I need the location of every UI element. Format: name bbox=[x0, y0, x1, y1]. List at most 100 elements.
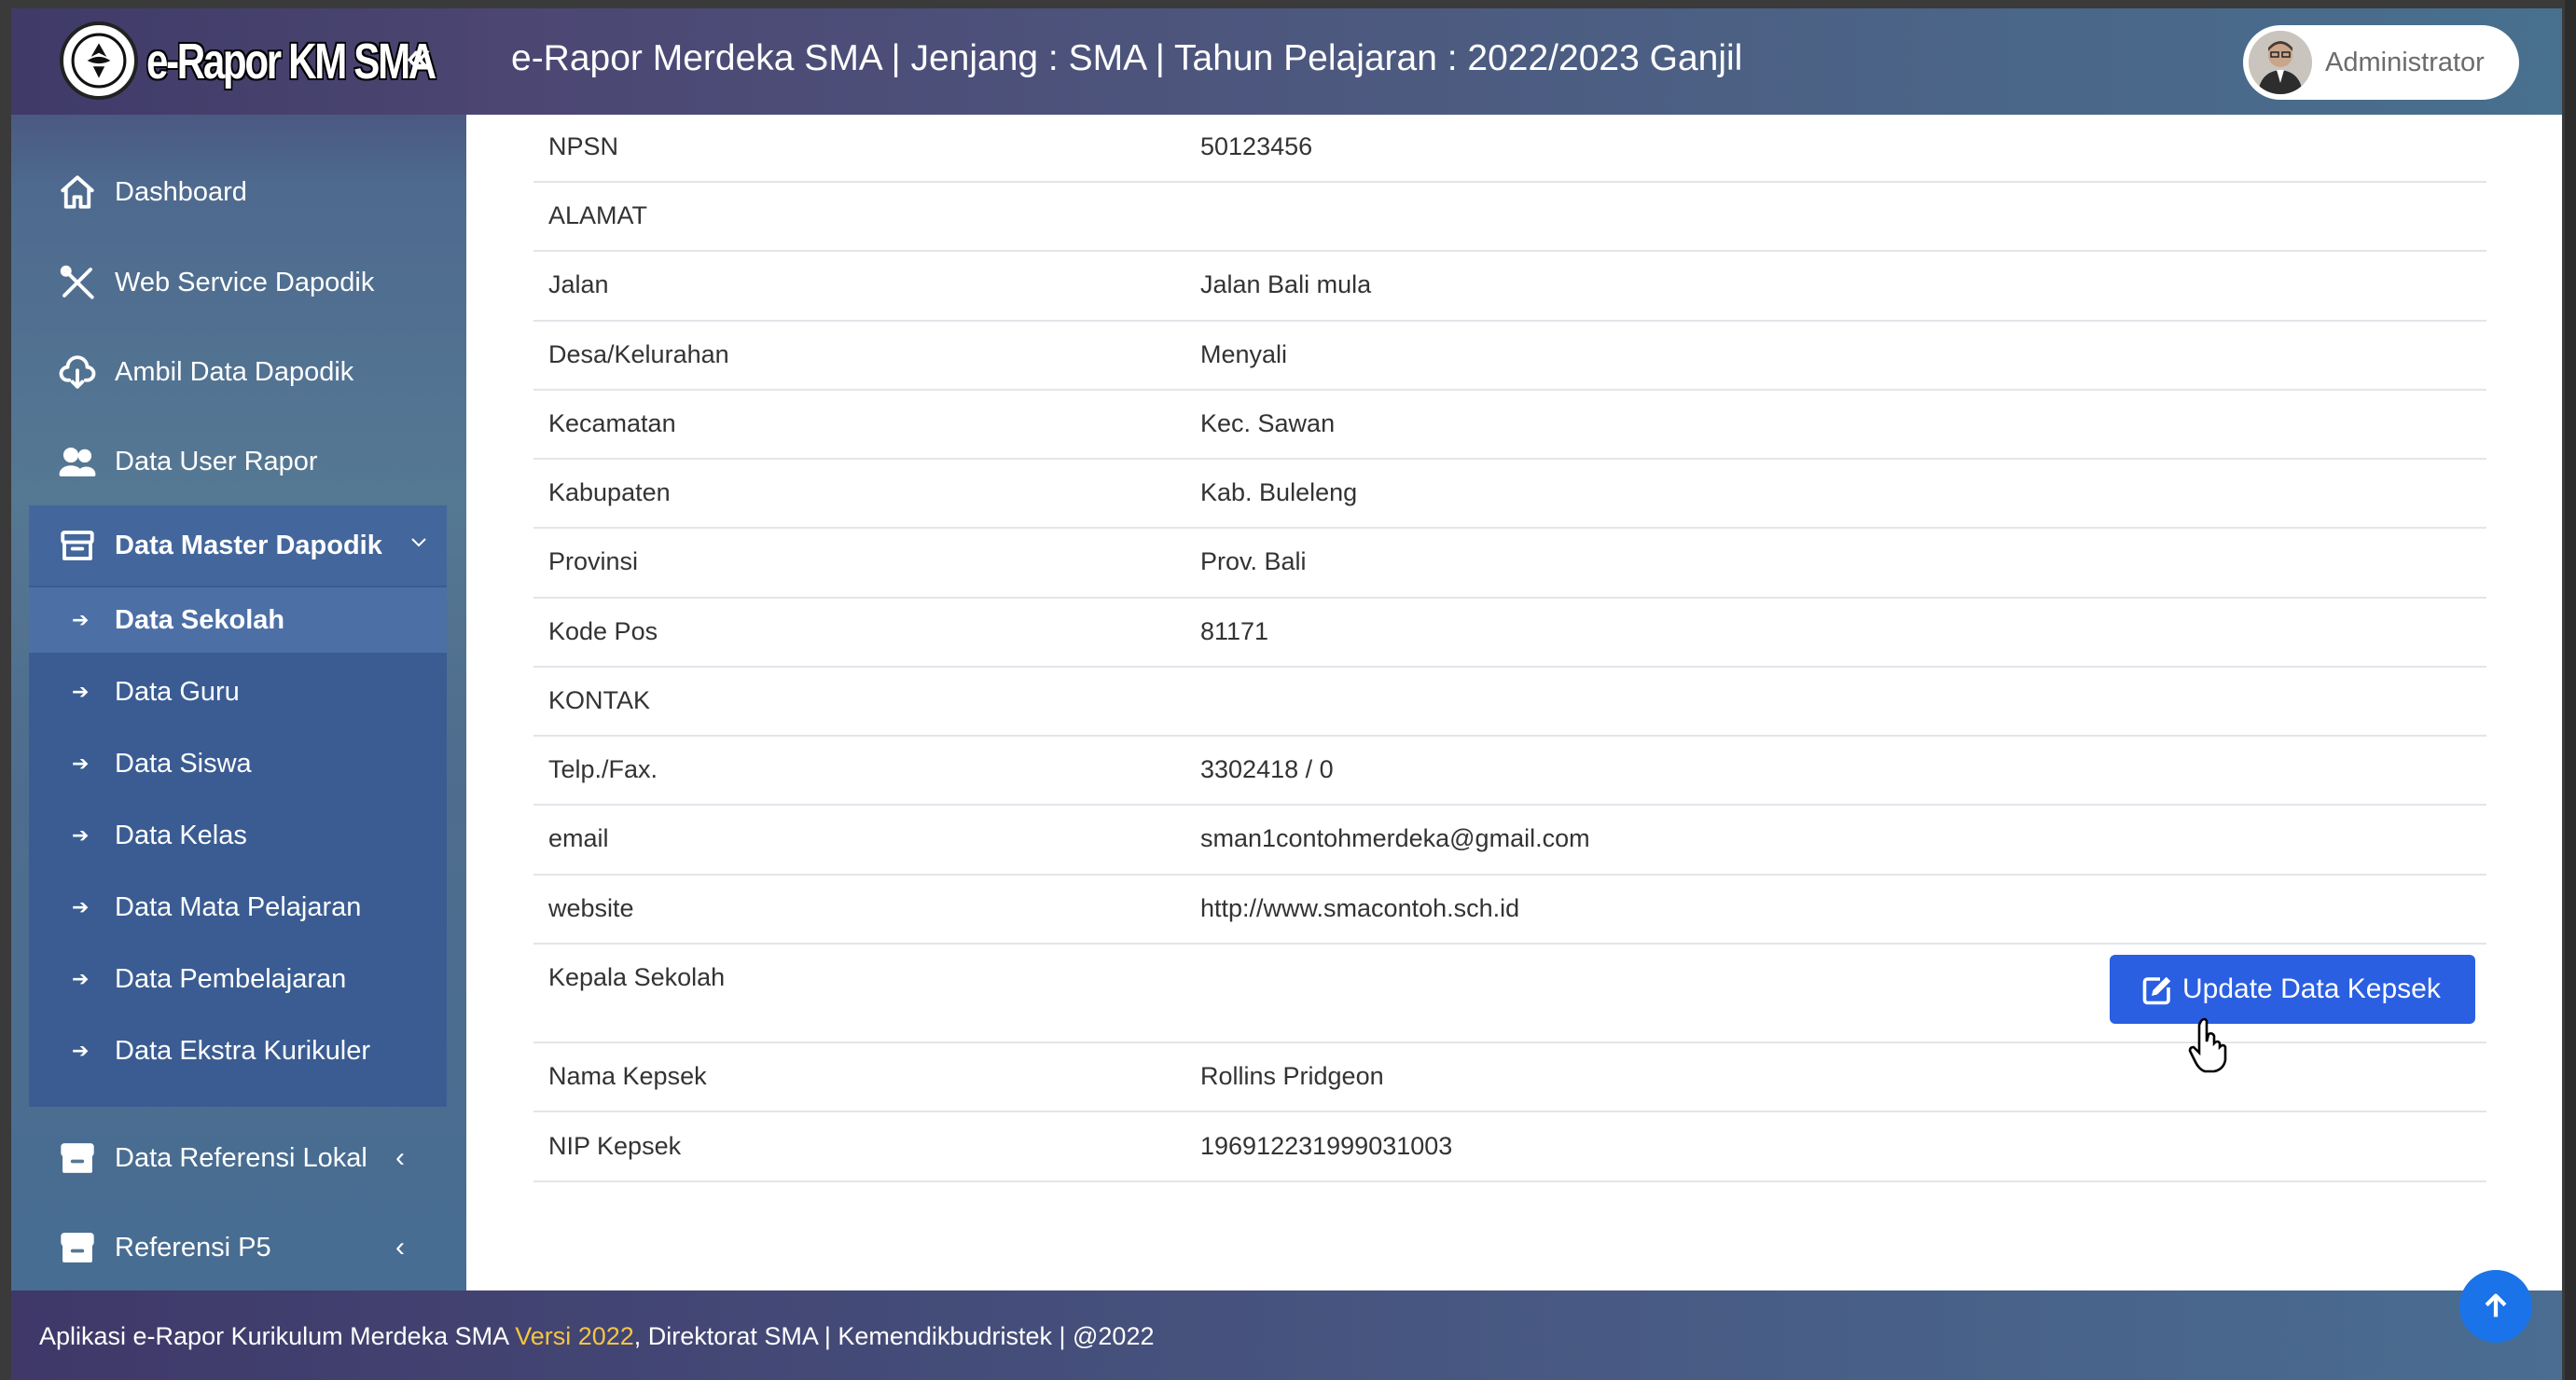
double-chevron-left-icon[interactable]: « bbox=[395, 35, 442, 83]
row-value: Kab. Buleleng bbox=[1200, 478, 1358, 506]
row-key: Kecamatan bbox=[548, 409, 676, 437]
arrow-right-icon: ➔ bbox=[72, 752, 90, 775]
sidebar-item-label: Ambil Data Dapodik bbox=[115, 356, 354, 387]
footer: Aplikasi e-Rapor Kurikulum Merdeka SMA V… bbox=[11, 1290, 2562, 1380]
chevron-left-icon: ‹ bbox=[395, 1232, 405, 1263]
table-row: Jalan Jalan Bali mula bbox=[533, 252, 2486, 322]
row-key: Jalan bbox=[548, 270, 609, 298]
sidebar-subitem-label: Data Mata Pelajaran bbox=[115, 891, 362, 922]
row-value: 50123456 bbox=[1200, 132, 1313, 160]
sidebar-item-referensi-p5[interactable]: Referensi P5 ‹ bbox=[11, 1203, 466, 1292]
table-row: Telp./Fax. 3302418 / 0 bbox=[533, 737, 2486, 806]
sidebar-item-label: Data Master Dapodik bbox=[115, 530, 382, 560]
scroll-to-top-button[interactable] bbox=[2459, 1270, 2532, 1343]
row-key: Kode Pos bbox=[548, 617, 658, 645]
sidebar-subitem-label: Data Pembelajaran bbox=[115, 963, 347, 994]
table-row: email sman1contohmerdeka@gmail.com bbox=[533, 806, 2486, 876]
row-key: email bbox=[548, 824, 609, 852]
arrow-up-icon bbox=[2485, 1293, 2507, 1318]
table-row: website http://www.smacontoh.sch.id bbox=[533, 876, 2486, 945]
sidebar-item-label: Dashboard bbox=[115, 176, 247, 207]
update-data-kepsek-button[interactable]: Update Data Kepsek bbox=[2110, 955, 2475, 1024]
sidebar-item-data-referensi-lokal[interactable]: Data Referensi Lokal ‹ bbox=[11, 1113, 466, 1203]
row-value: Kec. Sawan bbox=[1200, 409, 1336, 437]
sidebar-item-data-master-dapodik[interactable]: Data Master Dapodik bbox=[29, 505, 447, 586]
sidebar-subitem-data-mata-pelajaran[interactable]: ➔ Data Mata Pelajaran bbox=[29, 875, 447, 940]
user-menu[interactable]: Administrator bbox=[2243, 25, 2519, 100]
sidebar-item-data-user[interactable]: Data User Rapor bbox=[11, 417, 466, 506]
sidebar-subitem-label: Data Sekolah bbox=[115, 604, 285, 635]
tools-icon bbox=[56, 261, 99, 304]
page-title: e-Rapor Merdeka SMA | Jenjang : SMA | Ta… bbox=[511, 38, 1743, 78]
main-content: NPSN 50123456 ALAMAT Jalan Jalan Bali mu… bbox=[466, 115, 2562, 1290]
row-key: website bbox=[548, 894, 634, 922]
table-row: NPSN 50123456 bbox=[533, 115, 2486, 183]
table-row: Kabupaten Kab. Buleleng bbox=[533, 460, 2486, 529]
hand-cursor-icon bbox=[2188, 1017, 2227, 1073]
sidebar-subitem-data-pembelajaran[interactable]: ➔ Data Pembelajaran bbox=[29, 946, 447, 1012]
tut-wuri-logo bbox=[60, 21, 138, 100]
table-row: Kode Pos 81171 bbox=[533, 599, 2486, 668]
table-row: Kecamatan Kec. Sawan bbox=[533, 391, 2486, 460]
sidebar-item-label: Referensi P5 bbox=[115, 1232, 271, 1263]
arrow-right-icon: ➔ bbox=[72, 967, 90, 990]
sidebar-subitem-data-guru[interactable]: ➔ Data Guru bbox=[29, 659, 447, 724]
row-key: Provinsi bbox=[548, 547, 639, 575]
row-key: Nama Kepsek bbox=[548, 1062, 707, 1090]
home-icon bbox=[56, 171, 99, 214]
sidebar-item-web-service[interactable]: Web Service Dapodik bbox=[11, 238, 466, 327]
footer-text-suffix: , Direktorat SMA | Kemendikbudristek | @… bbox=[633, 1322, 1155, 1350]
row-value: Rollins Pridgeon bbox=[1200, 1062, 1384, 1090]
table-row: Desa/Kelurahan Menyali bbox=[533, 322, 2486, 391]
archive-icon bbox=[56, 1226, 99, 1269]
user-name: Administrator bbox=[2325, 47, 2485, 77]
sidebar-subitem-data-siswa[interactable]: ➔ Data Siswa bbox=[29, 731, 447, 796]
archive-icon bbox=[56, 1137, 99, 1180]
row-value: Jalan Bali mula bbox=[1200, 270, 1372, 298]
update-button-label: Update Data Kepsek bbox=[2182, 973, 2441, 1004]
sidebar-item-label: Web Service Dapodik bbox=[115, 267, 375, 297]
row-value: http://www.smacontoh.sch.id bbox=[1200, 894, 1520, 922]
table-row: NIP Kepsek 196912231999031003 bbox=[533, 1112, 2486, 1182]
table-row: ALAMAT bbox=[533, 183, 2486, 252]
row-key: Telp./Fax. bbox=[548, 755, 658, 783]
avatar bbox=[2249, 31, 2312, 94]
sidebar-item-ambil-data[interactable]: Ambil Data Dapodik bbox=[11, 327, 466, 417]
sidebar-item-label: Data User Rapor bbox=[115, 446, 318, 476]
sidebar: e-Rapor KM SMA « Dashboard Web Service D… bbox=[11, 8, 466, 1290]
footer-version: Versi 2022 bbox=[515, 1322, 634, 1350]
chevron-down-icon bbox=[408, 530, 430, 560]
app-window: e-Rapor KM SMA « Dashboard Web Service D… bbox=[11, 8, 2562, 1380]
row-key: ALAMAT bbox=[548, 201, 648, 229]
sidebar-subitem-label: Data Kelas bbox=[115, 820, 247, 850]
sidebar-subitem-label: Data Guru bbox=[115, 676, 240, 707]
edit-icon bbox=[2142, 976, 2171, 1005]
cloud-download-icon bbox=[56, 351, 99, 393]
arrow-right-icon: ➔ bbox=[72, 680, 90, 703]
logo-icon bbox=[71, 33, 127, 89]
chevron-left-icon: ‹ bbox=[395, 1142, 405, 1173]
sidebar-item-dashboard[interactable]: Dashboard bbox=[11, 147, 466, 237]
sidebar-subitem-label: Data Siswa bbox=[115, 748, 252, 779]
row-key: NPSN bbox=[548, 132, 619, 160]
users-icon bbox=[56, 440, 99, 483]
archive-icon bbox=[56, 524, 99, 567]
row-value: Menyali bbox=[1200, 340, 1288, 368]
arrow-right-icon: ➔ bbox=[72, 895, 90, 918]
row-key: Kabupaten bbox=[548, 478, 671, 506]
row-value: 196912231999031003 bbox=[1200, 1132, 1453, 1160]
arrow-right-icon: ➔ bbox=[72, 608, 90, 631]
row-value: 81171 bbox=[1200, 617, 1269, 645]
sidebar-group-data-master: Data Master Dapodik ➔ Data Sekolah ➔ Dat… bbox=[29, 505, 447, 1107]
brand-title: e-Rapor KM SMA bbox=[146, 34, 436, 90]
row-value: Prov. Bali bbox=[1200, 547, 1307, 575]
sidebar-subitem-data-kelas[interactable]: ➔ Data Kelas bbox=[29, 803, 447, 868]
row-key: KONTAK bbox=[548, 686, 651, 714]
sidebar-subitem-data-sekolah[interactable]: ➔ Data Sekolah bbox=[29, 587, 447, 653]
sidebar-subitem-data-ekstra-kurikuler[interactable]: ➔ Data Ekstra Kurikuler bbox=[29, 1018, 447, 1083]
arrow-right-icon: ➔ bbox=[72, 823, 90, 847]
sidebar-subitem-label: Data Ekstra Kurikuler bbox=[115, 1035, 370, 1066]
top-header: e-Rapor Merdeka SMA | Jenjang : SMA | Ta… bbox=[466, 8, 2562, 115]
brand-bar: e-Rapor KM SMA « bbox=[11, 8, 466, 115]
row-value: sman1contohmerdeka@gmail.com bbox=[1200, 824, 1590, 852]
